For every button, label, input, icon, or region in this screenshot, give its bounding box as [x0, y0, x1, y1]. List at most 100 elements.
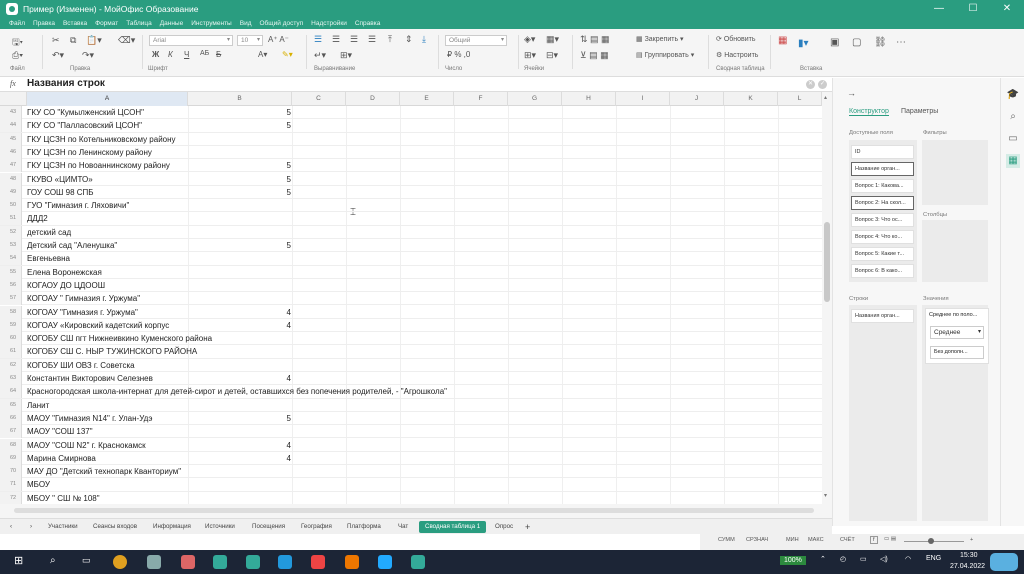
row-number[interactable]: 45 — [0, 132, 22, 146]
tab-constructor[interactable]: Конструктор — [849, 108, 889, 116]
formula-mode-icon[interactable]: f — [870, 536, 878, 544]
cell-b[interactable]: 5 — [188, 173, 292, 186]
row-number[interactable]: 65 — [0, 398, 22, 412]
cell-b[interactable] — [188, 399, 292, 412]
cell-a[interactable]: МАОУ "Гимназия N14" г. Улан-Удэ — [27, 412, 153, 425]
sheet-grid[interactable]: ⌶ 43 ГКУ СО "Кумылженский ЦСОН" 5 44 ГКУ СО … — [0, 106, 822, 504]
row-number[interactable]: 53 — [0, 239, 22, 252]
table-row[interactable]: 47 ГКУ ЦСЗН по Новоаннинскому району 5 — [0, 159, 822, 173]
cell-a[interactable]: ГКУ ЦСЗН по Ленинскому району — [27, 146, 152, 159]
cell-a[interactable]: МАУ ДО "Детский технопарк Кванториум" — [27, 465, 181, 478]
task-view-icon[interactable]: ▭ — [82, 555, 91, 566]
cell-a[interactable]: КОГАОУ ДО ЦДООШ — [27, 279, 105, 292]
col-header-l[interactable]: L — [778, 92, 822, 106]
cell-b[interactable] — [188, 478, 292, 491]
cell-b[interactable] — [188, 332, 292, 345]
table-row[interactable]: 54 Евгеньевна — [0, 252, 822, 266]
col-header-e[interactable]: E — [400, 92, 454, 106]
print-icon[interactable]: ⎙▾ — [12, 50, 23, 61]
justify-icon[interactable]: ☰ — [368, 34, 376, 45]
table-row[interactable]: 44 ГКУ СО "Палласовский ЦСОН" 5 — [0, 119, 822, 133]
cell-b[interactable]: 4 — [188, 319, 292, 332]
scroll-up-icon[interactable]: ▴ — [824, 94, 827, 101]
row-number[interactable]: 62 — [0, 358, 22, 372]
sheet-tab-10[interactable]: Опрос — [495, 521, 513, 533]
cell-a[interactable]: Константин Викторович Селезнев — [27, 372, 153, 385]
menu-format[interactable]: Формат — [95, 20, 118, 27]
row-number[interactable]: 59 — [0, 318, 22, 332]
field-q1[interactable]: Вопрос 1: Какова... — [851, 179, 914, 193]
save-icon[interactable]: 🖫▾ — [12, 35, 23, 51]
col-header-d[interactable]: D — [346, 92, 400, 106]
row-number[interactable]: 46 — [0, 145, 22, 159]
tray-wifi-icon[interactable]: ◠ — [905, 555, 911, 563]
col-header-j[interactable]: J — [670, 92, 724, 106]
col-header-f[interactable]: F — [454, 92, 508, 106]
highlight-icon[interactable]: ✎▾ — [282, 50, 293, 59]
taskbar-search-icon[interactable]: ⌕ — [50, 555, 56, 566]
table-row[interactable]: 58 КОГОАУ "Гимназия г. Уржума" 4 — [0, 305, 822, 319]
pivot-table-icon[interactable]: ▦ — [778, 35, 787, 46]
table-row[interactable]: 68 МАОУ "СОШ N2" г. Краснокамск 4 — [0, 438, 822, 452]
table-row[interactable]: 64 Красногородская школа-интернат для дет… — [0, 385, 822, 399]
menu-table[interactable]: Таблица — [126, 20, 152, 27]
menu-edit[interactable]: Правка — [33, 20, 55, 27]
cell-a[interactable]: ГКУ ЦСЗН по Новоаннинскому району — [27, 159, 170, 172]
row-number[interactable]: 63 — [0, 372, 22, 385]
row-number[interactable]: 52 — [0, 225, 22, 239]
table-row[interactable]: 48 ГКУВО «ЦИМТО» 5 — [0, 172, 822, 186]
cell-a[interactable]: КОГОАУ "Гимназия г. Уржума" — [27, 306, 138, 319]
table-row[interactable]: 59 КОГОАУ «Кировский кадетский корпус 4 — [0, 318, 822, 333]
col-header-i[interactable]: I — [616, 92, 670, 106]
field-id[interactable]: ID — [851, 145, 914, 159]
number-format-select[interactable]: Общий — [445, 35, 507, 46]
tray-volume-icon[interactable]: ◁) — [880, 555, 888, 563]
cell-a[interactable]: Евгеньевна — [27, 252, 70, 265]
cell-a[interactable]: ГКУВО «ЦИМТО» — [27, 173, 93, 186]
myoffice-app-icon-3[interactable] — [411, 555, 425, 569]
table-row[interactable]: 57 КОГОАУ " Гимназия г. Уржума" — [0, 292, 822, 306]
sheet-tab-5[interactable]: Посещения — [252, 521, 285, 533]
bold-button[interactable]: Ж — [152, 50, 159, 59]
cell-b[interactable] — [188, 252, 292, 265]
table-row[interactable]: 67 МАОУ "СОШ 137" — [0, 425, 822, 439]
telegram-icon[interactable] — [378, 555, 392, 569]
delete-cells-icon[interactable]: ⊟▾ — [546, 50, 558, 61]
cell-a[interactable]: детский сад — [27, 226, 71, 239]
cell-a[interactable]: КОГОАУ " Гимназия г. Уржума" — [27, 292, 140, 305]
strike-button[interactable]: Б — [216, 50, 221, 59]
chrome-icon[interactable] — [113, 555, 127, 569]
cell-a[interactable]: ГКУ ЦСЗН по Котельниковскому району — [27, 133, 176, 146]
table-row[interactable]: 45 ГКУ ЦСЗН по Котельниковскому району — [0, 132, 822, 146]
app-icon-5[interactable] — [345, 555, 359, 569]
zoom-slider[interactable] — [904, 541, 964, 542]
sheet-tab-2[interactable]: Сеансы входов — [93, 521, 137, 533]
field-q6[interactable]: Вопрос 6: В како... — [851, 264, 914, 278]
row-number[interactable]: 51 — [0, 212, 22, 226]
table-row[interactable]: 46 ГКУ ЦСЗН по Ленинскому району — [0, 145, 822, 160]
scroll-down-icon[interactable]: ▾ — [824, 492, 827, 499]
italic-button[interactable]: К — [168, 50, 173, 59]
horizontal-scrollbar[interactable] — [0, 504, 832, 518]
field-q4[interactable]: Вопрос 4: Что ко... — [851, 230, 914, 244]
align-right-icon[interactable]: ☰ — [350, 34, 358, 45]
zoom-slider-thumb[interactable] — [928, 538, 934, 544]
row-number[interactable]: 70 — [0, 465, 22, 479]
table-row[interactable]: 53 Детский сад "Аленушка" 5 — [0, 239, 822, 253]
cell-a[interactable]: КОГОАУ «Кировский кадетский корпус — [27, 319, 169, 332]
row-number[interactable]: 55 — [0, 265, 22, 279]
field-q2[interactable]: Вопрос 2: На скол... — [851, 196, 914, 210]
corner-cell[interactable] — [0, 92, 27, 106]
sheet-tab-4[interactable]: Источники — [205, 521, 235, 533]
row-number[interactable]: 71 — [0, 478, 22, 492]
row-number[interactable]: 48 — [0, 172, 22, 186]
cell-b[interactable]: 5 — [188, 119, 292, 132]
row-number[interactable]: 44 — [0, 119, 22, 133]
app-icon-2[interactable] — [181, 555, 195, 569]
cell-b[interactable] — [188, 425, 292, 438]
row-number[interactable]: 43 — [0, 106, 22, 119]
valign-top-icon[interactable]: ⤒ — [388, 34, 392, 45]
cell-b[interactable] — [188, 385, 292, 398]
row-number[interactable]: 72 — [0, 491, 22, 504]
search-icon[interactable]: ⌕ — [1006, 110, 1020, 124]
